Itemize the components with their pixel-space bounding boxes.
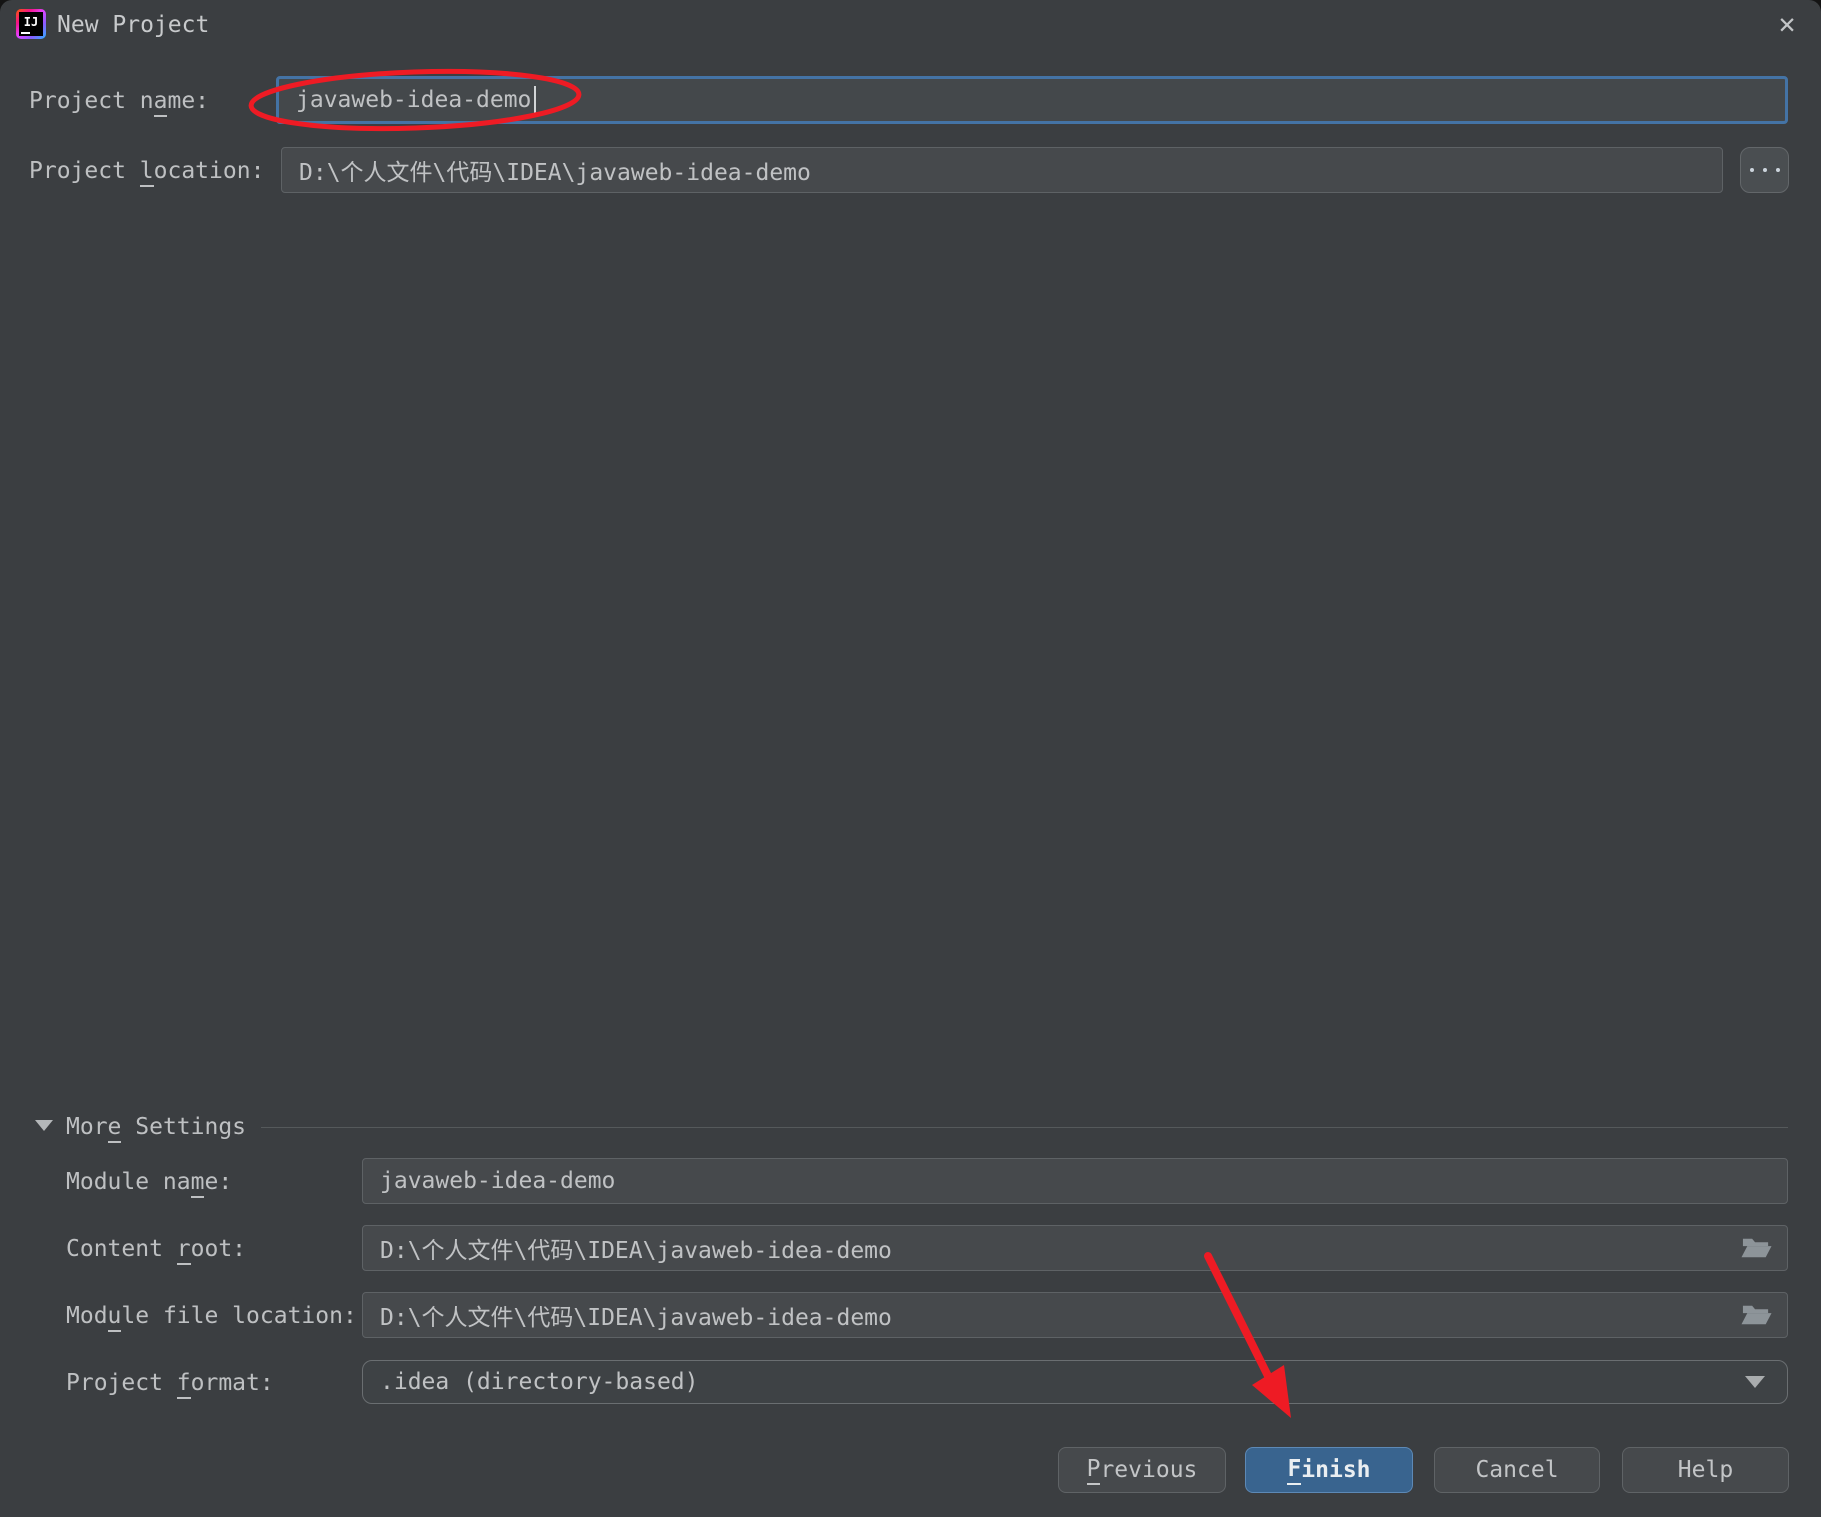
project-location-value: D:\个人文件\代码\IDEA\javaweb-idea-demo bbox=[299, 160, 811, 186]
separator bbox=[261, 1127, 1788, 1128]
content-root-label: Content root: bbox=[66, 1236, 246, 1265]
folder-open-icon[interactable] bbox=[1741, 1236, 1772, 1260]
module-file-location-input[interactable]: D:\个人文件\代码\IDEA\javaweb-idea-demo bbox=[362, 1292, 1788, 1338]
annotation-overlay bbox=[248, 68, 1291, 1418]
project-name-value: javaweb-idea-demo bbox=[296, 87, 532, 113]
module-file-location-label: Module file location: bbox=[66, 1303, 357, 1332]
finish-button[interactable]: Finish bbox=[1245, 1447, 1413, 1493]
help-button[interactable]: Help bbox=[1622, 1447, 1789, 1493]
project-format-label: Project format: bbox=[66, 1370, 274, 1399]
project-name-label: Project name: bbox=[29, 88, 209, 117]
project-format-select[interactable]: .idea (directory-based) bbox=[362, 1360, 1788, 1404]
ellipsis-icon bbox=[1749, 168, 1754, 172]
new-project-dialog: IJ New Project ✕ Project name: javaweb-i… bbox=[0, 0, 1821, 1517]
module-name-label: Module name: bbox=[66, 1169, 232, 1198]
project-location-label: Project location: bbox=[29, 158, 264, 187]
intellij-idea-logo: IJ bbox=[16, 9, 46, 39]
project-format-value: .idea (directory-based) bbox=[380, 1369, 699, 1395]
chevron-down-icon bbox=[1745, 1376, 1765, 1388]
more-settings-header[interactable]: More Settings bbox=[66, 1114, 246, 1143]
content-root-input[interactable]: D:\个人文件\代码\IDEA\javaweb-idea-demo bbox=[362, 1225, 1788, 1271]
content-root-value: D:\个人文件\代码\IDEA\javaweb-idea-demo bbox=[380, 1238, 892, 1264]
close-icon[interactable]: ✕ bbox=[1760, 0, 1814, 46]
project-name-input[interactable]: javaweb-idea-demo bbox=[276, 76, 1788, 124]
folder-open-icon[interactable] bbox=[1741, 1303, 1772, 1327]
browse-button[interactable] bbox=[1740, 147, 1789, 193]
previous-button[interactable]: Previous bbox=[1058, 1447, 1226, 1493]
module-name-input[interactable]: javaweb-idea-demo bbox=[362, 1158, 1788, 1204]
triangle-down-icon[interactable] bbox=[35, 1120, 53, 1131]
module-name-value: javaweb-idea-demo bbox=[380, 1168, 616, 1194]
project-location-input[interactable]: D:\个人文件\代码\IDEA\javaweb-idea-demo bbox=[281, 147, 1723, 193]
window-title: New Project bbox=[57, 12, 210, 38]
cancel-button[interactable]: Cancel bbox=[1434, 1447, 1600, 1493]
module-file-location-value: D:\个人文件\代码\IDEA\javaweb-idea-demo bbox=[380, 1305, 892, 1331]
text-caret bbox=[534, 86, 537, 114]
